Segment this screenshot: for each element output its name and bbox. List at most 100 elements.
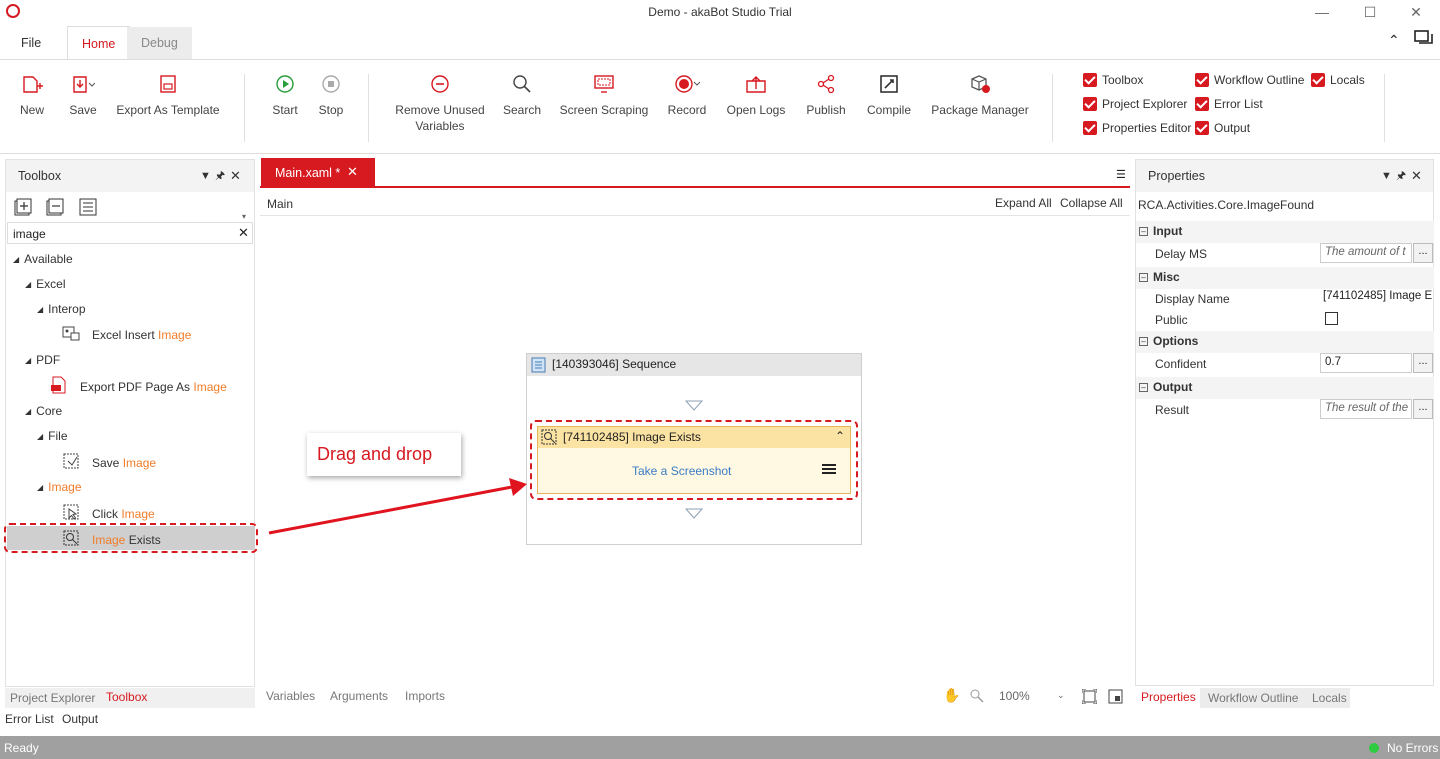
tree-node-pdf[interactable]: ◢ PDF [25, 353, 60, 367]
collapse-ribbon-icon[interactable]: ⌃ [1388, 32, 1400, 49]
result-expression-button[interactable]: ... [1413, 399, 1433, 419]
record-button[interactable]: Record [664, 72, 710, 118]
zoom-dropdown-icon[interactable]: ⌄ [1057, 690, 1065, 701]
clear-search-icon[interactable]: ✕ [238, 225, 249, 241]
close-window-icon[interactable]: ✕ [1406, 2, 1426, 22]
image-activity-icon [62, 452, 80, 473]
dropdown-icon[interactable]: ▼ [1381, 160, 1392, 192]
compile-button[interactable]: Compile [862, 72, 916, 118]
document-tab-strip [260, 158, 1130, 188]
delay-ms-expression-button[interactable]: ... [1413, 243, 1433, 263]
record-icon [664, 72, 710, 96]
start-button[interactable]: Start [268, 72, 302, 118]
open-logs-button[interactable]: Open Logs [724, 72, 788, 118]
overview-map-icon[interactable] [1108, 689, 1123, 707]
toggle-workflow-outline[interactable]: Workflow Outline [1195, 73, 1304, 87]
package-manager-button[interactable]: Package Manager [928, 72, 1032, 118]
tab-imports[interactable]: Imports [405, 689, 445, 703]
delay-ms-input[interactable]: The amount of t [1320, 243, 1412, 263]
activity-click-image[interactable]: Click Image [62, 503, 155, 524]
tree-node-available[interactable]: ◢ Available [13, 252, 73, 266]
pin-icon[interactable]: 🖈 [215, 160, 225, 192]
public-checkbox[interactable] [1325, 312, 1338, 325]
checkbox-checked-icon [1195, 73, 1209, 87]
confident-input[interactable]: 0.7 [1320, 353, 1412, 373]
toggle-locals[interactable]: Locals [1311, 73, 1365, 87]
group-options[interactable]: – Options [1136, 331, 1434, 353]
save-button[interactable]: Save [66, 72, 100, 118]
tab-home[interactable]: Home [67, 26, 131, 60]
zoom-icon[interactable] [969, 688, 985, 707]
result-input[interactable]: The result of the [1320, 399, 1412, 419]
toolbox-search-input[interactable]: image ✕ [7, 222, 253, 244]
export-as-template-button[interactable]: Export As Template [116, 72, 220, 118]
toggle-toolbox[interactable]: Toolbox [1083, 73, 1143, 87]
activity-image-exists[interactable]: Image Exists [62, 529, 161, 550]
drag-arrow-icon [268, 478, 527, 535]
status-ok-icon [1369, 743, 1379, 753]
tab-debug[interactable]: Debug [127, 27, 192, 59]
tree-node-file[interactable]: ◢ File [37, 429, 68, 443]
stop-button[interactable]: Stop [314, 72, 348, 118]
tree-node-interop[interactable]: ◢ Interop [37, 302, 86, 316]
expand-all-link[interactable]: Expand All [995, 196, 1052, 210]
tab-properties[interactable]: Properties [1141, 690, 1196, 704]
activity-excel-insert-image[interactable]: Excel Insert Image [62, 325, 191, 344]
publish-button[interactable]: Publish [804, 72, 848, 118]
collapse-activity-icon[interactable]: ⌃ [835, 429, 845, 443]
breadcrumb[interactable]: Main [267, 197, 293, 211]
close-icon[interactable]: ✕ [1411, 160, 1422, 192]
search-button[interactable]: Search [500, 72, 544, 118]
image-exists-activity[interactable]: [741102485] Image Exists ⌃ Take a Screen… [537, 426, 851, 494]
pin-icon[interactable]: 🖈 [1396, 160, 1406, 192]
tab-arguments[interactable]: Arguments [330, 689, 388, 703]
screen-scraping-button[interactable]: Screen Scraping [558, 72, 650, 118]
window-layout-icon[interactable] [1414, 30, 1434, 49]
confident-expression-button[interactable]: ... [1413, 353, 1433, 373]
tab-project-explorer[interactable]: Project Explorer [10, 691, 95, 705]
list-view-icon[interactable] [79, 198, 97, 219]
image-exists-icon [62, 529, 80, 550]
tab-toolbox[interactable]: Toolbox [106, 690, 147, 704]
scroll-indicator-icon[interactable]: ▾ [242, 212, 246, 221]
tab-workflow-outline[interactable]: Workflow Outline [1208, 691, 1298, 705]
remove-unused-variables-button[interactable]: Remove Unused Variables [390, 72, 490, 134]
take-screenshot-link[interactable]: Take a Screenshot [632, 464, 731, 478]
close-tab-icon[interactable]: ✕ [347, 164, 358, 180]
group-misc[interactable]: – Misc [1136, 267, 1434, 289]
save-icon [66, 72, 100, 96]
tree-node-core[interactable]: ◢ Core [25, 404, 62, 418]
maximize-icon[interactable]: ☐ [1360, 2, 1380, 22]
new-button[interactable]: New [14, 72, 50, 118]
tab-error-list[interactable]: Error List [5, 712, 54, 726]
hamburger-menu-icon[interactable] [822, 463, 836, 478]
toggle-error-list[interactable]: Error List [1195, 97, 1263, 111]
display-name-input[interactable]: [741102485] Image E [1323, 290, 1433, 302]
activity-save-image[interactable]: Save Image [62, 452, 156, 473]
tree-node-image[interactable]: ◢ Image [37, 480, 82, 494]
toggle-project-explorer[interactable]: Project Explorer [1083, 97, 1187, 111]
dropdown-icon[interactable]: ▼ [200, 160, 211, 192]
tab-locals[interactable]: Locals [1312, 691, 1347, 705]
tab-main-xaml[interactable]: Main.xaml * ✕ [261, 158, 375, 188]
collapse-all-link[interactable]: Collapse All [1060, 196, 1123, 210]
toggle-properties-editor[interactable]: Properties Editor [1083, 121, 1191, 135]
collapse-all-icon[interactable] [46, 198, 64, 219]
toggle-output[interactable]: Output [1195, 121, 1250, 135]
tree-node-excel[interactable]: ◢ Excel [25, 277, 66, 291]
pan-hand-icon[interactable]: ✋ [943, 687, 960, 704]
tab-file[interactable]: File [7, 26, 55, 60]
group-input[interactable]: – Input [1136, 221, 1434, 243]
minimize-icon[interactable]: — [1312, 2, 1332, 22]
tab-output[interactable]: Output [62, 712, 98, 726]
expand-all-icon[interactable] [14, 198, 32, 219]
fit-to-screen-icon[interactable] [1081, 688, 1098, 707]
zoom-level[interactable]: 100% [999, 689, 1030, 703]
share-icon [804, 72, 848, 96]
tab-variables[interactable]: Variables [266, 689, 315, 703]
collapse-group-icon: – [1139, 227, 1148, 236]
tab-overflow-icon[interactable]: ☰ [1116, 168, 1126, 181]
close-icon[interactable]: ✕ [230, 160, 241, 192]
group-output[interactable]: – Output [1136, 377, 1434, 399]
activity-export-pdf-page-as-image[interactable]: Export PDF Page As Image [50, 376, 227, 397]
